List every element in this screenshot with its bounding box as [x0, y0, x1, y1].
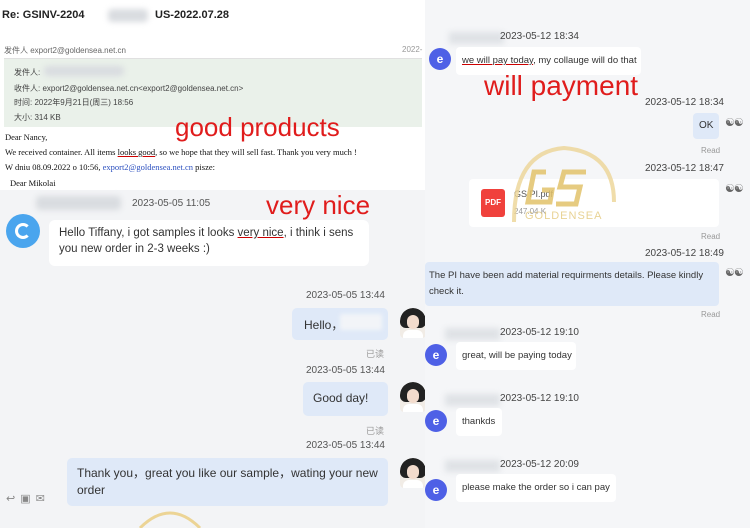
- read-receipt: Read: [701, 310, 721, 319]
- email-reply-date: 2022-: [402, 45, 423, 54]
- message-text: , my collauge will do that: [533, 55, 637, 66]
- email-link[interactable]: export2@goldensea.net.cn: [103, 162, 193, 172]
- email-to: 收件人: export2@goldensea.net.cn<export2@go…: [14, 84, 244, 93]
- redacted-name: [36, 196, 121, 210]
- email-text: pisze:: [193, 162, 215, 172]
- user-avatar-icon: ☯☯: [725, 183, 744, 195]
- email-text: W dniu 08.09.2022 o 10:56,: [5, 162, 103, 172]
- left-screenshot-panel: Re: GSINV-2204 US-2022.07.28 发件人 export2…: [0, 0, 425, 528]
- redacted-name: [340, 314, 382, 330]
- email-from: 发件人:: [14, 68, 41, 77]
- message-timestamp: 2023-05-12 18:49: [645, 248, 724, 259]
- email-text: We received container. All items: [5, 147, 118, 157]
- message-highlight: very nice: [237, 227, 284, 239]
- contact-avatar: e: [425, 344, 447, 366]
- message-timestamp: 2023-05-12 18:34: [500, 31, 579, 42]
- message-text: Hello Tiffany, i got samples it looks: [59, 227, 238, 239]
- message-highlight: we will pay today: [462, 55, 534, 66]
- message-bubble-outgoing: OK: [693, 113, 719, 139]
- contact-avatar: [6, 214, 40, 248]
- read-receipt: 已读: [366, 426, 385, 436]
- contact-avatar: e: [425, 479, 447, 501]
- email-highlight: looks good: [117, 147, 156, 157]
- annotation-very-nice: very nice: [266, 190, 371, 220]
- read-receipt: Read: [701, 232, 721, 241]
- email-body-line1: We received container. All items looks g…: [5, 147, 357, 157]
- message-bubble-outgoing: The PI have been add material requirment…: [425, 262, 719, 306]
- user-avatar-icon: ☯☯: [725, 117, 744, 129]
- user-avatar-icon: ☯☯: [725, 267, 744, 279]
- email-greeting: Dear Nancy,: [5, 132, 48, 142]
- message-bubble-incoming: Hello Tiffany, i got samples it looks ve…: [49, 220, 369, 266]
- watermark-logo-fragment: [138, 511, 202, 528]
- message-bubble-outgoing: Good day!: [303, 382, 388, 416]
- message-timestamp: 2023-05-05 11:05: [132, 198, 211, 209]
- message-bubble-incoming: thankds: [456, 408, 502, 436]
- email-time: 时间: 2022年9月21日(周三) 18:56: [14, 98, 134, 107]
- email-reply-line: 发件人 export2@goldensea.net.cn: [4, 46, 126, 55]
- annotation-good-products: good products: [175, 112, 340, 142]
- watermark-text: GOLDENSEA: [525, 210, 603, 222]
- email-size: 大小: 314 KB: [14, 113, 61, 122]
- message-timestamp: 2023-05-12 19:10: [500, 327, 579, 338]
- read-receipt: Read: [701, 146, 721, 155]
- email-view: Re: GSINV-2204 US-2022.07.28 发件人 export2…: [0, 0, 425, 190]
- email-signature: Dear Mikolai: [10, 178, 56, 188]
- redacted-name: [449, 32, 504, 44]
- email-subject-suffix: US-2022.07.28: [155, 9, 229, 21]
- mail-icon[interactable]: ✉: [36, 493, 50, 505]
- message-bubble-outgoing: Thank you，great you like our sample，wati…: [67, 458, 388, 506]
- email-text: , so we hope that they will sell fast. T…: [155, 147, 357, 157]
- image-icon[interactable]: ▣: [20, 493, 35, 505]
- message-toolbar: ↩▣✉: [6, 492, 50, 505]
- redacted-name: [445, 328, 500, 340]
- email-body-line2: W dniu 08.09.2022 o 10:56, export2@golde…: [5, 162, 215, 172]
- message-timestamp: 2023-05-05 13:44: [306, 365, 385, 376]
- contact-avatar: e: [429, 48, 451, 70]
- redacted-name: [445, 460, 500, 472]
- redacted-subject: [108, 9, 148, 22]
- message-timestamp: 2023-05-12 18:34: [645, 97, 724, 108]
- user-avatar: [400, 458, 425, 488]
- email-subject: Re: GSINV-2204: [2, 9, 85, 21]
- message-timestamp: 2023-05-12 18:47: [645, 163, 724, 174]
- redacted-name: [445, 394, 500, 406]
- user-avatar: [400, 382, 425, 412]
- read-receipt: 已读: [366, 349, 385, 359]
- contact-avatar: e: [425, 410, 447, 432]
- annotation-will-payment: will payment: [484, 70, 639, 101]
- user-avatar: [400, 308, 425, 338]
- message-timestamp: 2023-05-12 20:09: [500, 459, 579, 470]
- message-timestamp: 2023-05-05 13:44: [306, 440, 385, 451]
- message-timestamp: 2023-05-12 19:10: [500, 393, 579, 404]
- message-bubble-incoming: great, will be paying today: [456, 342, 576, 370]
- email-subject-prefix: Re: GSINV-2204: [2, 9, 85, 21]
- redacted-sender: [44, 66, 124, 76]
- message-bubble-incoming: please make the order so i can pay: [456, 474, 616, 502]
- message-timestamp: 2023-05-05 13:44: [306, 290, 385, 301]
- share-icon[interactable]: ↩: [6, 493, 20, 505]
